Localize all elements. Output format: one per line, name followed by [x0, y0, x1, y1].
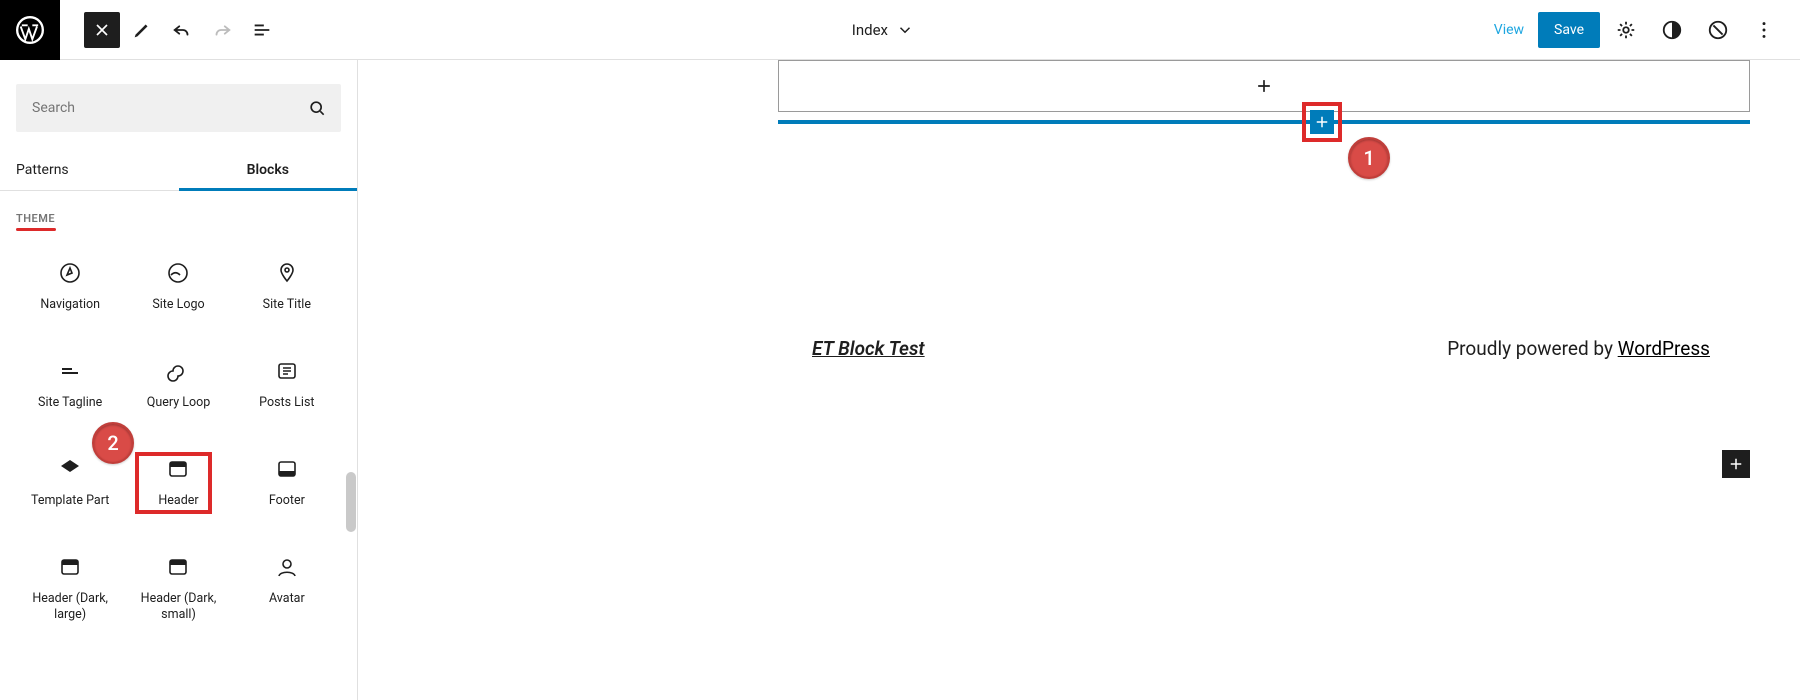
- toggle-inserter-button[interactable]: [84, 12, 120, 48]
- sitelogo-icon: [166, 261, 190, 285]
- block-item-footer[interactable]: Footer: [233, 447, 341, 537]
- block-item-avatar[interactable]: Avatar: [233, 545, 341, 635]
- block-label: Site Tagline: [38, 395, 102, 411]
- gear-icon: [1615, 19, 1637, 41]
- block-label: Query Loop: [147, 395, 211, 411]
- block-label: Template Part: [31, 493, 109, 509]
- block-label: Posts List: [259, 395, 314, 411]
- wp-home-button[interactable]: [0, 0, 60, 60]
- redo-icon: [211, 19, 233, 41]
- block-item-site-title[interactable]: Site Title: [233, 251, 341, 341]
- templatepart-icon: [58, 457, 82, 481]
- block-label: Site Title: [263, 297, 311, 313]
- block-item-header-dark-large-[interactable]: Header (Dark, large): [16, 545, 124, 635]
- block-label: Header (Dark, large): [20, 591, 120, 622]
- block-inserter-panel: Patterns Blocks THEME Navigation Site Log…: [0, 60, 358, 700]
- compass-icon: [58, 261, 82, 285]
- orbit-icon: [1707, 19, 1729, 41]
- redo-button[interactable]: [204, 12, 240, 48]
- tagline-icon: [58, 359, 82, 383]
- block-search[interactable]: [16, 84, 341, 132]
- document-title-dropdown[interactable]: Index: [280, 21, 1486, 39]
- block-item-site-logo[interactable]: Site Logo: [124, 251, 232, 341]
- block-item-navigation[interactable]: Navigation: [16, 251, 124, 341]
- block-label: Avatar: [269, 591, 305, 607]
- view-link[interactable]: View: [1486, 22, 1532, 38]
- search-input[interactable]: [30, 99, 268, 117]
- block-label: Footer: [269, 493, 305, 509]
- block-label: Header: [158, 493, 198, 509]
- inline-inserter-button[interactable]: [1310, 110, 1334, 134]
- postslist-icon: [275, 359, 299, 383]
- site-title-link[interactable]: ET Block Test: [812, 337, 925, 360]
- annotation-underline: [16, 228, 56, 231]
- powered-by: Proudly powered by WordPress: [1447, 337, 1710, 360]
- styles-icon: [1661, 19, 1683, 41]
- empty-block-placeholder[interactable]: [778, 60, 1750, 112]
- footer-icon: [275, 457, 299, 481]
- plus-icon: [1313, 113, 1331, 131]
- pin-icon: [275, 261, 299, 285]
- undo-icon: [171, 19, 193, 41]
- header-icon: [166, 555, 190, 579]
- floating-add-block-button[interactable]: [1722, 450, 1750, 478]
- scrollbar-thumb[interactable]: [346, 472, 356, 532]
- tab-blocks[interactable]: Blocks: [179, 148, 358, 190]
- pencil-icon: [131, 19, 153, 41]
- block-item-posts-list[interactable]: Posts List: [233, 349, 341, 439]
- category-theme: THEME: [16, 212, 55, 225]
- header-icon: [58, 555, 82, 579]
- wordpress-icon: [16, 16, 44, 44]
- block-item-header-dark-small-[interactable]: Header (Dark, small): [124, 545, 232, 635]
- header-icon: [166, 457, 190, 481]
- undo-button[interactable]: [164, 12, 200, 48]
- close-icon: [92, 20, 112, 40]
- list-view-icon: [251, 19, 273, 41]
- block-item-header[interactable]: Header: [124, 447, 232, 537]
- block-insertion-line: [778, 120, 1750, 124]
- block-label: Navigation: [40, 297, 100, 313]
- wordpress-link[interactable]: WordPress: [1618, 337, 1710, 360]
- loop-icon: [166, 359, 190, 383]
- editor-canvas: 1 ET Block Test Proudly powered by WordP…: [358, 60, 1800, 700]
- kebab-icon: [1753, 19, 1775, 41]
- styles-button[interactable]: [1652, 10, 1692, 50]
- search-icon: [307, 98, 327, 118]
- chevron-down-icon: [896, 21, 914, 39]
- options-button[interactable]: [1744, 10, 1784, 50]
- list-view-button[interactable]: [244, 12, 280, 48]
- tour-button[interactable]: [1698, 10, 1738, 50]
- document-title: Index: [852, 21, 888, 39]
- avatar-icon: [275, 555, 299, 579]
- page-footer-row: ET Block Test Proudly powered by WordPre…: [812, 337, 1710, 360]
- annotation-badge-1: 1: [1348, 137, 1390, 179]
- tab-patterns[interactable]: Patterns: [0, 148, 179, 190]
- block-label: Site Logo: [152, 297, 204, 313]
- save-button[interactable]: Save: [1538, 12, 1600, 48]
- block-label: Header (Dark, small): [128, 591, 228, 622]
- block-item-query-loop[interactable]: Query Loop: [124, 349, 232, 439]
- blocks-panel[interactable]: THEME Navigation Site Logo Site Title Site …: [0, 191, 357, 700]
- plus-icon: [1254, 76, 1274, 96]
- settings-button[interactable]: [1606, 10, 1646, 50]
- annotation-badge-2: 2: [92, 422, 134, 464]
- plus-icon: [1727, 455, 1745, 473]
- editor-topbar: Index View Save: [0, 0, 1800, 60]
- tools-button[interactable]: [124, 12, 160, 48]
